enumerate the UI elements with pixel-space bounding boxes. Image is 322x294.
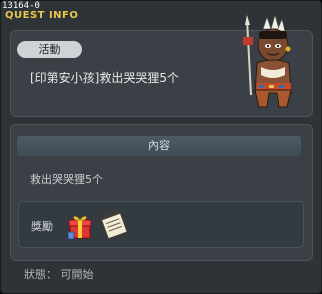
reward-label: 獎勵 (31, 220, 53, 233)
category-badge: 活動 (17, 41, 82, 58)
gift-box-icon[interactable] (67, 212, 93, 240)
npc-portrait-icon (243, 15, 292, 108)
window-title: QUEST INFO (5, 10, 79, 21)
reward-box (18, 201, 304, 248)
quest-name: [印第安小孩]救出哭哭狸5个 (30, 71, 179, 85)
quest-description: 救出哭哭狸5个 (30, 173, 103, 186)
quest-status: 狀態： 可開始 (24, 268, 94, 281)
scroll-item-icon[interactable] (98, 210, 130, 240)
content-header: 內容 (17, 136, 301, 156)
quest-info-window: 13164-0 QUEST INFO 活動 [印第安小孩]救出哭哭狸5个 內容 … (0, 0, 322, 294)
